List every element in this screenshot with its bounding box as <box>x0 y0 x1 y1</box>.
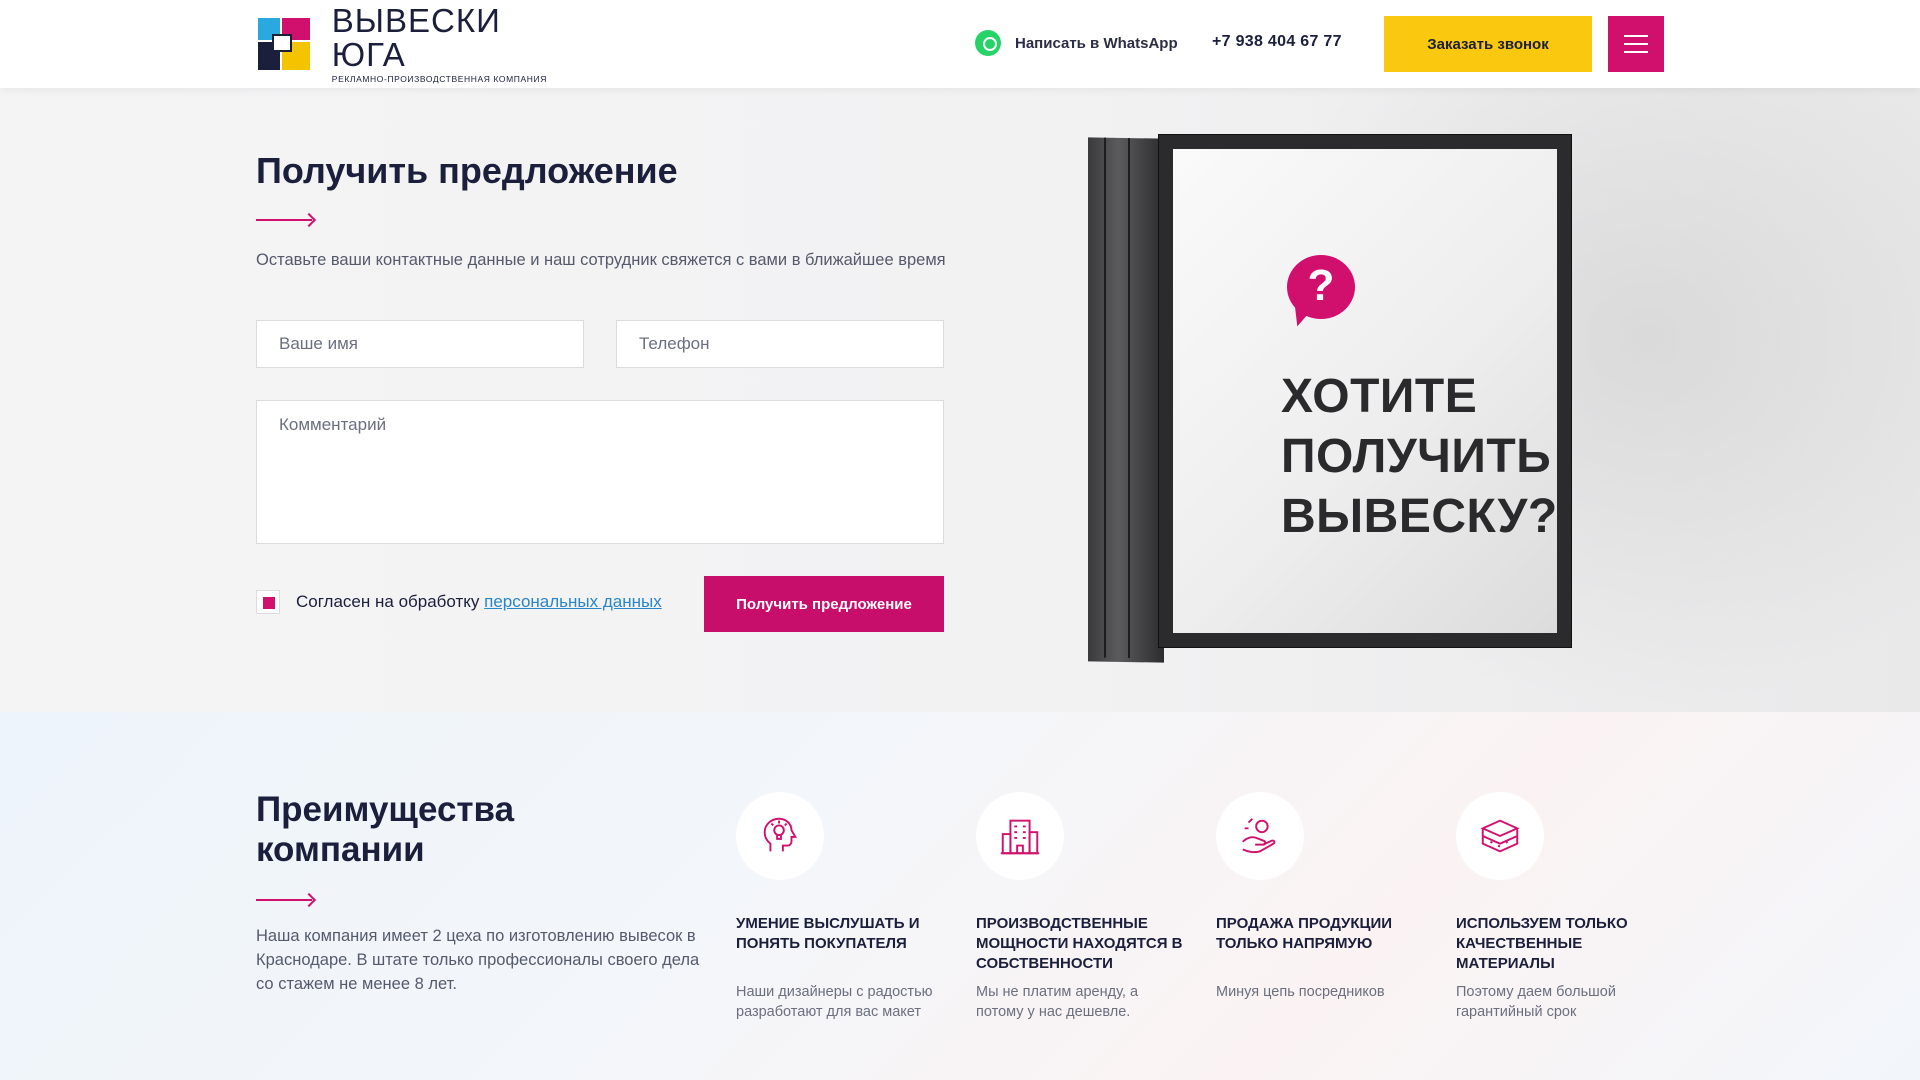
consent-row: Согласен на обработку персональных данны… <box>256 590 662 614</box>
advantage-title: Используем только качественные материалы <box>1456 915 1628 972</box>
advantage-text: Поэтому даем большой гарантийный срок <box>1456 984 1616 1020</box>
phone-link[interactable]: +7 938 404 67 77 <box>1212 33 1342 51</box>
get-offer-button[interactable]: Получить предложение <box>704 576 944 632</box>
menu-button[interactable] <box>1608 16 1664 72</box>
consent-text: Согласен на обработку персональных данны… <box>296 592 662 611</box>
logo-title: ВЫВЕСКИ ЮГА <box>331 2 501 73</box>
whatsapp-label: Написать в WhatsApp <box>1015 34 1178 52</box>
consent-checkbox[interactable] <box>256 590 280 614</box>
arrow-right-icon <box>256 219 312 221</box>
advantages-description: Наша компания имеет 2 цеха по изготовлен… <box>256 927 700 993</box>
advantage-item: Умение выслушать и понять покупателя Наш… <box>736 792 946 1020</box>
hand-money-icon <box>1216 792 1304 880</box>
building-icon <box>976 792 1064 880</box>
material-layers-icon <box>1456 792 1544 880</box>
personal-data-link[interactable]: персональных данных <box>484 592 662 611</box>
advantage-text: Минуя цепь посредников <box>1216 984 1385 1000</box>
callback-button[interactable]: Заказать звонок <box>1384 16 1592 72</box>
offer-section: Получить предложение Оставьте ваши конта… <box>0 88 1920 712</box>
logo-text: ВЫВЕСКИ ЮГА РЕКЛАМНО-ПРОИЗВОДСТВЕННАЯ КО… <box>331 2 566 85</box>
advantage-text: Наши дизайнеры с радостью разработают дл… <box>736 984 933 1020</box>
comment-textarea[interactable] <box>256 400 944 544</box>
advantage-item: Производственные мощности находятся в со… <box>976 792 1186 1020</box>
advantages-section: Преимущества компании Наша компания имее… <box>0 712 1920 1080</box>
whatsapp-icon <box>975 30 1001 56</box>
sign-box-side <box>1088 137 1164 663</box>
company-logo[interactable]: ВЫВЕСКИ ЮГА РЕКЛАМНО-ПРОИЗВОДСТВЕННАЯ КО… <box>256 4 566 84</box>
logo-subtitle: РЕКЛАМНО-ПРОИЗВОДСТВЕННАЯ КОМПАНИЯ <box>331 74 547 84</box>
advantage-item: Используем только качественные материалы… <box>1456 792 1666 1020</box>
phone-input[interactable] <box>616 320 944 368</box>
idea-head-icon <box>736 792 824 880</box>
advantages-title: Преимущества компании <box>256 790 515 869</box>
sign-line-1: ХОТИТЕ <box>1281 370 1478 423</box>
name-input[interactable] <box>256 320 584 368</box>
sign-line-2: ПОЛУЧИТЬ <box>1281 430 1552 483</box>
arrow-right-icon <box>256 899 312 901</box>
advantage-item: Продажа продукции только напрямую Минуя … <box>1216 792 1426 1000</box>
offer-form-title: Получить предложение <box>256 150 678 191</box>
advantage-title: Продажа продукции только напрямую <box>1216 915 1393 952</box>
advantage-title: Умение выслушать и понять покупателя <box>736 915 920 952</box>
advantage-title: Производственные мощности находятся в со… <box>976 915 1183 972</box>
whatsapp-link[interactable]: Написать в WhatsApp <box>975 30 1178 56</box>
question-bubble-icon: ? <box>1287 255 1355 329</box>
sign-text: ХОТИТЕ ПОЛУЧИТЬ ВЫВЕСКУ? <box>1281 367 1558 547</box>
site-header: ВЫВЕСКИ ЮГА РЕКЛАМНО-ПРОИЗВОДСТВЕННАЯ КО… <box>0 0 1920 88</box>
hamburger-icon <box>1624 35 1648 37</box>
sign-illustration: ? ХОТИТЕ ПОЛУЧИТЬ ВЫВЕСКУ? <box>1158 134 1572 648</box>
advantage-text: Мы не платим аренду, а потому у нас деше… <box>976 984 1139 1020</box>
sign-line-3: ВЫВЕСКУ? <box>1281 490 1558 543</box>
offer-form-description: Оставьте ваши контактные данные и наш со… <box>256 251 946 269</box>
logo-mark-icon <box>256 16 310 72</box>
